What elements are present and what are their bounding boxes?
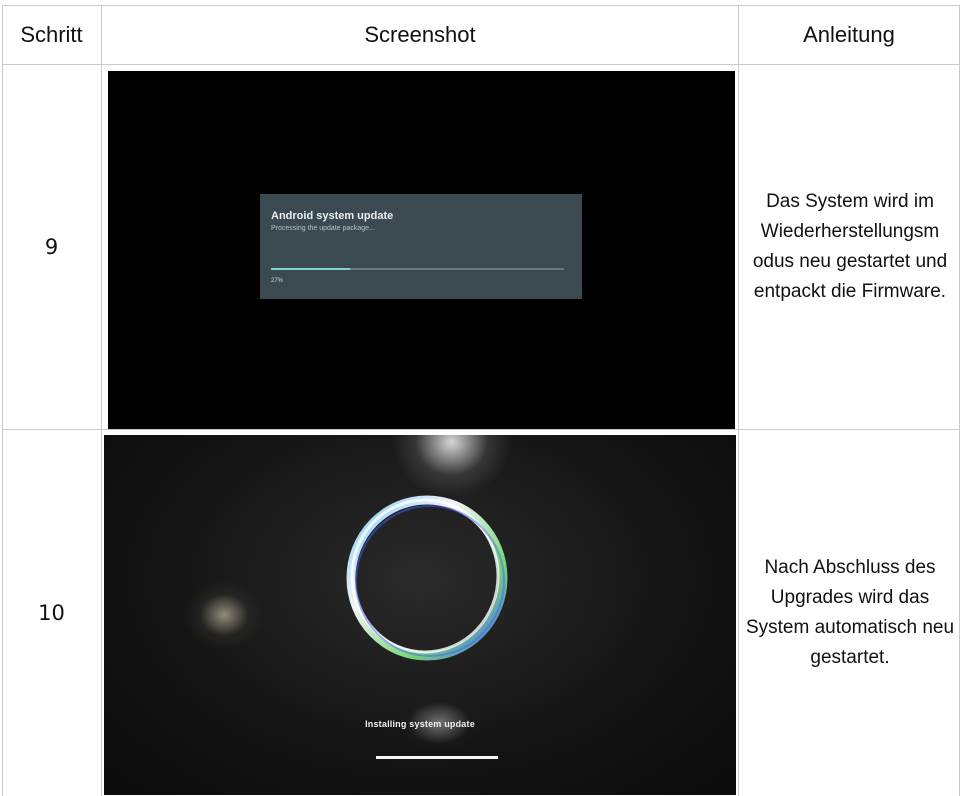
- dialog-title: Android system update: [271, 210, 394, 222]
- instruction-text-10: Nach Abschluss des Upgrades wird das Sys…: [745, 557, 955, 668]
- step-number-9: 9: [44, 235, 59, 259]
- screenshot-installing-update: Installing system update: [104, 435, 736, 795]
- header-instruction: Anleitung: [803, 21, 895, 47]
- update-progress-bar: [271, 268, 564, 270]
- dialog-subtitle: Processing the update package...: [271, 225, 375, 232]
- header-step: Schritt: [20, 21, 83, 47]
- progress-percent-label: 27%: [271, 278, 284, 284]
- table-column-divider-1: [101, 5, 102, 796]
- system-update-dialog: Android system update Processing the upd…: [260, 194, 582, 299]
- install-progress-fill: [376, 756, 498, 759]
- screenshot-recovery-update: Android system update Processing the upd…: [108, 71, 735, 429]
- instruction-text-9: Das System wird im Wiederherstellungsm o…: [752, 191, 948, 302]
- instruction-table: Schritt Screenshot Anleitung 9 Android s…: [2, 5, 960, 796]
- table-border-right: [959, 5, 960, 796]
- table-column-divider-2: [738, 5, 739, 796]
- step-number-10: 10: [38, 601, 65, 625]
- header-screenshot: Screenshot: [364, 21, 476, 47]
- install-progress-bar: [376, 756, 498, 759]
- loading-ring-icon: [346, 495, 508, 661]
- update-progress-fill: [271, 268, 351, 270]
- install-status-label: Installing system update: [365, 719, 475, 729]
